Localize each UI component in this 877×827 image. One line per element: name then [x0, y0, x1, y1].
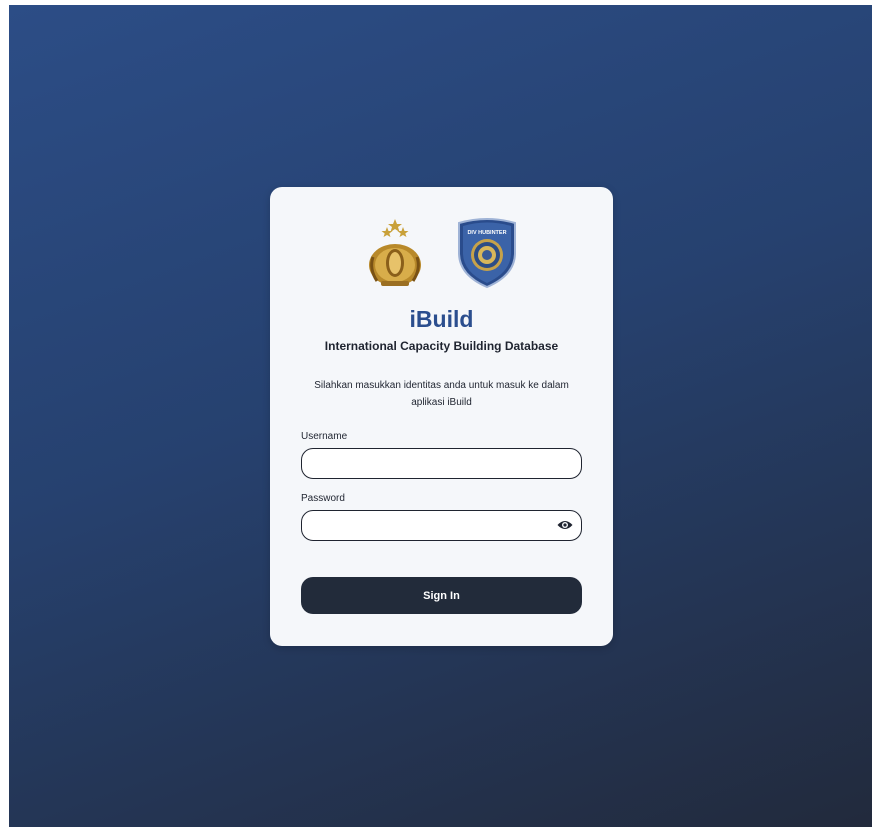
- badge-text: DIV HUBINTER: [467, 230, 506, 236]
- username-label: Username: [301, 431, 348, 442]
- eye-icon[interactable]: [557, 519, 573, 531]
- div-hubinter-badge-icon: DIV HUBINTER: [458, 218, 516, 289]
- app-subtitle: International Capacity Building Database: [324, 339, 559, 353]
- sign-in-button[interactable]: Sign In: [301, 577, 582, 614]
- username-input[interactable]: [301, 448, 582, 479]
- logo-row: DIV HUBINTER: [270, 217, 613, 289]
- password-input[interactable]: [301, 510, 582, 541]
- app-title: iBuild: [409, 306, 474, 332]
- password-label: Password: [301, 493, 345, 504]
- police-emblem-icon: [369, 219, 421, 286]
- login-card: DIV HUBINTER iBuild International Capaci…: [270, 187, 613, 646]
- login-instructions: Silahkan masukkan identitas anda untuk m…: [314, 380, 569, 408]
